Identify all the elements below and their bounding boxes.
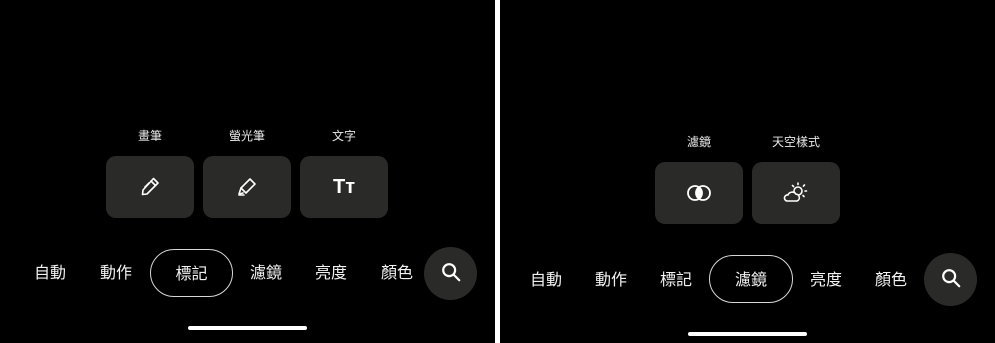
tab-brightness[interactable]: 亮度	[800, 256, 852, 304]
tab-color[interactable]: 顏色	[371, 249, 423, 297]
filter-label: 濾鏡	[686, 135, 711, 149]
tab-color[interactable]: 顏色	[865, 256, 917, 304]
tab-auto[interactable]: 自動	[24, 249, 76, 297]
search-icon	[440, 261, 462, 287]
tab-auto[interactable]: 自動	[520, 256, 572, 304]
tab-filters[interactable]: 濾鏡	[240, 249, 292, 297]
tab-motion[interactable]: 動作	[90, 249, 142, 297]
filter-icon	[686, 183, 712, 203]
tab-brightness[interactable]: 亮度	[305, 249, 357, 297]
pen-icon	[138, 175, 162, 199]
sky-style-icon	[783, 181, 809, 205]
text-icon: Tт	[332, 175, 355, 198]
tab-filters[interactable]: 濾鏡	[709, 255, 793, 303]
highlighter-button[interactable]	[203, 156, 291, 218]
tab-markup[interactable]: 標記	[150, 249, 233, 297]
search-icon	[940, 267, 962, 293]
filter-button[interactable]	[655, 162, 743, 224]
search-button[interactable]	[924, 253, 977, 306]
left-screen: 畫筆 螢光筆 文字 Tт 自動 動作 標記 濾鏡 亮度 顏色	[0, 0, 495, 343]
sky-style-label: 天空樣式	[771, 135, 820, 149]
tab-markup[interactable]: 標記	[650, 256, 702, 304]
pen-label: 畫筆	[137, 129, 162, 143]
pen-button[interactable]	[106, 156, 194, 218]
highlighter-label: 螢光筆	[228, 129, 265, 143]
text-label: 文字	[331, 129, 356, 143]
text-button[interactable]: Tт	[300, 156, 388, 218]
home-indicator[interactable]	[688, 332, 807, 336]
tab-motion[interactable]: 動作	[585, 256, 637, 304]
highlighter-icon	[235, 175, 259, 199]
home-indicator[interactable]	[188, 326, 307, 330]
right-screen: 濾鏡 天空樣式 自動 動作 標記 濾鏡 亮度 顏色	[500, 0, 995, 343]
sky-style-button[interactable]	[752, 162, 840, 224]
search-button[interactable]	[424, 247, 477, 300]
